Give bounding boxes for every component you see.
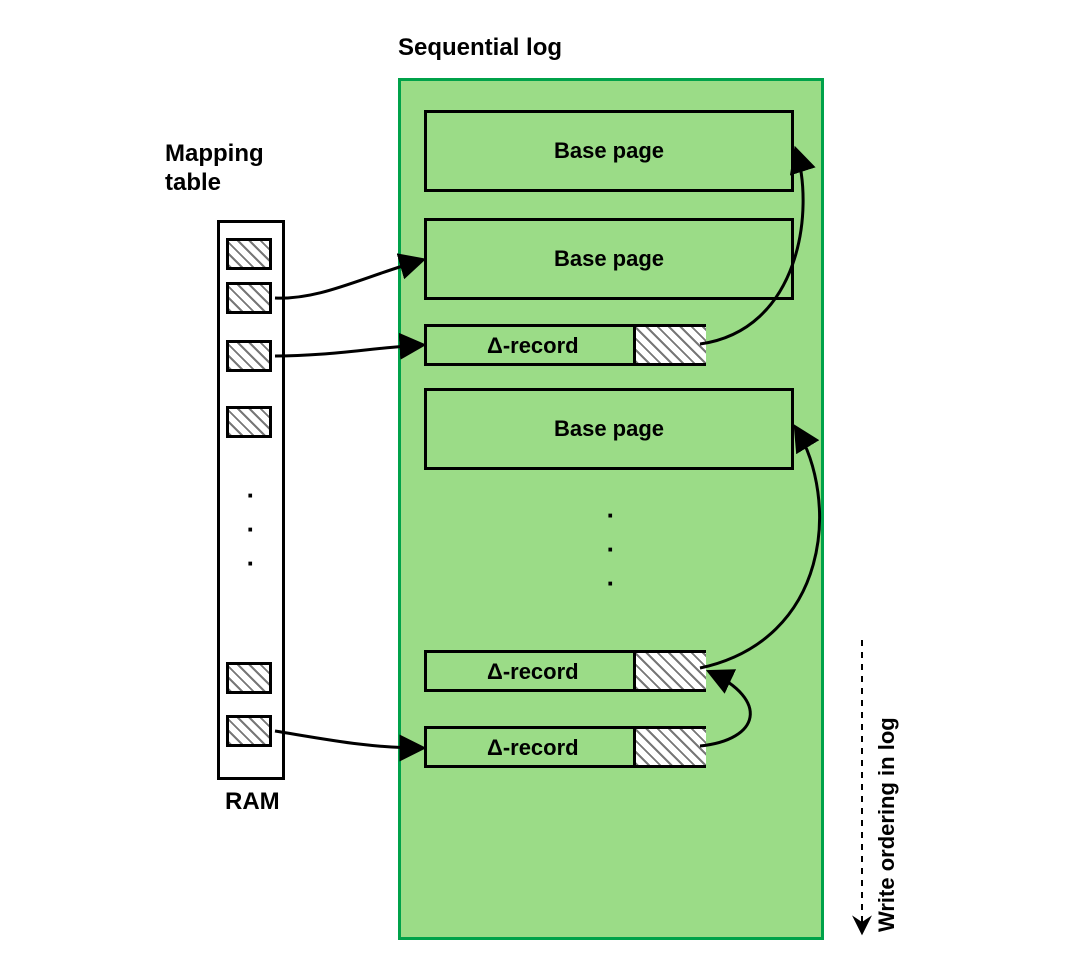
log-dots: ···	[606, 498, 616, 600]
base-page-label-3: Base page	[554, 416, 664, 442]
delta-record-box-2: Δ-record	[424, 650, 706, 692]
mapping-cell-3	[226, 340, 272, 372]
delta-record-label-3: Δ-record	[487, 735, 579, 761]
delta-record-box-3: Δ-record	[424, 726, 706, 768]
base-page-box-1: Base page	[424, 110, 794, 192]
mapping-cell-2	[226, 282, 272, 314]
mapping-cell-1	[226, 238, 272, 270]
mapping-cell-5	[226, 662, 272, 694]
delta-record-pointer-1	[633, 327, 706, 363]
base-page-label-1: Base page	[554, 138, 664, 164]
mapping-dots: ···	[246, 478, 256, 580]
mapping-table-title: Mapping table	[165, 140, 264, 198]
delta-record-box-1: Δ-record	[424, 324, 706, 366]
ram-label: RAM	[225, 788, 280, 817]
delta-record-label-1: Δ-record	[487, 333, 579, 359]
sequential-log-title: Sequential log	[398, 34, 562, 63]
base-page-box-2: Base page	[424, 218, 794, 300]
mapping-cell-4	[226, 406, 272, 438]
mapping-cell-6	[226, 715, 272, 747]
delta-record-pointer-3	[633, 729, 706, 765]
delta-record-pointer-2	[633, 653, 706, 689]
base-page-label-2: Base page	[554, 246, 664, 272]
delta-record-label-2: Δ-record	[487, 659, 579, 685]
write-ordering-label: Write ordering in log	[874, 717, 899, 932]
diagram-stage: Sequential log Mapping table ··· RAM Bas…	[0, 0, 1090, 970]
base-page-box-3: Base page	[424, 388, 794, 470]
